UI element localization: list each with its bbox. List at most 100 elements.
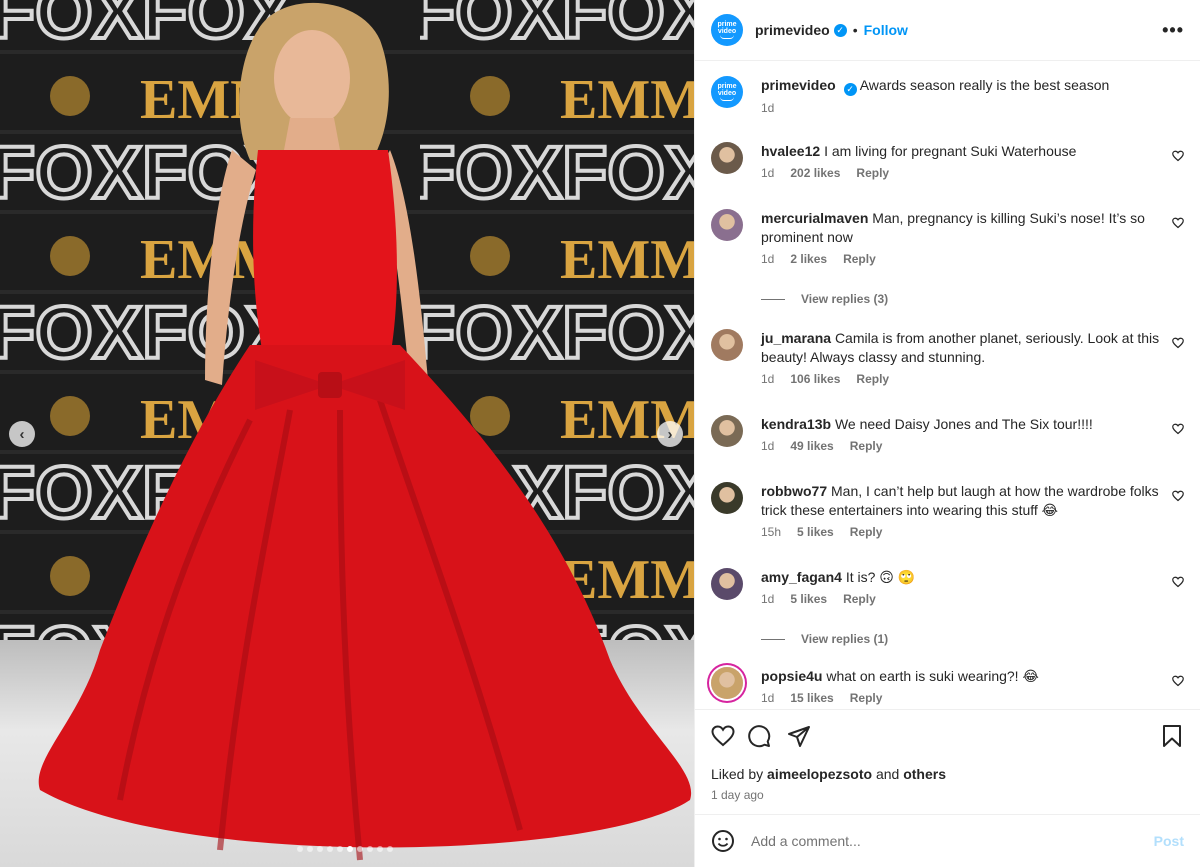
account-avatar[interactable]: prime video — [711, 14, 743, 46]
like-heart-icon[interactable] — [711, 724, 735, 748]
replies-divider-line — [761, 638, 785, 640]
account-username[interactable]: primevideo — [755, 22, 830, 38]
comment-likes[interactable]: 202 likes — [790, 166, 840, 180]
comment-username[interactable]: kendra13b — [761, 416, 831, 432]
commenter-avatar[interactable] — [711, 329, 743, 361]
replies-divider-line — [761, 298, 785, 300]
post-header: prime video primevideo ✓ • Follow ••• — [695, 0, 1200, 61]
comment-row: popsie4u what on earth is suki wearing?!… — [711, 667, 1184, 705]
reply-button[interactable]: Reply — [843, 252, 876, 266]
post-comment-button[interactable]: Post — [1154, 833, 1184, 849]
comment-row: mercurialmaven Man, pregnancy is killing… — [711, 209, 1184, 266]
reply-button[interactable]: Reply — [850, 525, 883, 539]
post-media[interactable]: FOXFOX EMMYS — [0, 0, 694, 867]
next-slide-button[interactable]: › — [657, 421, 683, 447]
comment-time: 1d — [761, 592, 775, 606]
comment-text: I am living for pregnant Suki Waterhouse — [824, 143, 1077, 159]
more-options-icon[interactable]: ••• — [1162, 20, 1184, 41]
comment-text: We need Daisy Jones and The Six tour!!!! — [834, 416, 1093, 432]
previous-slide-button[interactable]: ‹ — [9, 421, 35, 447]
carousel-dot — [307, 846, 313, 852]
carousel-dot — [367, 846, 373, 852]
carousel-dot — [297, 846, 303, 852]
liked-by-conj: and — [875, 766, 900, 782]
commenter-avatar[interactable] — [711, 482, 743, 514]
post-timestamp: 1 day ago — [711, 788, 764, 802]
comment-likes[interactable]: 15 likes — [790, 691, 833, 705]
carousel-dot — [337, 846, 343, 852]
comment-like-heart-icon[interactable] — [1172, 490, 1184, 502]
smile-logo-icon — [720, 35, 734, 39]
comment-row: hvalee12 I am living for pregnant Suki W… — [711, 142, 1184, 180]
caption-row: prime video primevideo ✓ Awards season r… — [711, 76, 1184, 115]
liked-by-prefix: Liked by — [711, 766, 764, 782]
liked-by-text: Liked by aimeelopezsoto and others — [711, 766, 946, 782]
liked-by-user[interactable]: aimeelopezsoto — [767, 766, 872, 782]
comment-username[interactable]: hvalee12 — [761, 143, 820, 159]
verified-badge-icon: ✓ — [833, 23, 847, 37]
comment-time: 1d — [761, 166, 775, 180]
comment-like-heart-icon[interactable] — [1172, 423, 1184, 435]
comments-list[interactable]: prime video primevideo ✓ Awards season r… — [695, 62, 1200, 709]
caption-username[interactable]: primevideo — [761, 77, 836, 93]
smile-logo-icon — [720, 97, 734, 101]
reply-button[interactable]: Reply — [856, 372, 889, 386]
reply-button[interactable]: Reply — [843, 592, 876, 606]
follow-button[interactable]: Follow — [864, 22, 908, 38]
comment-row: kendra13b We need Daisy Jones and The Si… — [711, 415, 1184, 453]
carousel-dot — [317, 846, 323, 852]
post-actions: Liked by aimeelopezsoto and others 1 day… — [695, 709, 1200, 814]
commenter-avatar[interactable] — [711, 415, 743, 447]
comment-like-heart-icon[interactable] — [1172, 675, 1184, 687]
caption-avatar[interactable]: prime video — [711, 76, 743, 108]
comment-username[interactable]: amy_fagan4 — [761, 569, 842, 585]
commenter-avatar[interactable] — [711, 568, 743, 600]
carousel-indicator — [297, 846, 393, 852]
commenter-avatar[interactable] — [711, 667, 743, 699]
caption-text: Awards season really is the best season — [859, 77, 1110, 93]
logo-text-line-1: prime — [717, 83, 737, 90]
comment-like-heart-icon[interactable] — [1172, 217, 1184, 229]
comment-username[interactable]: ju_marana — [761, 330, 831, 346]
comment-like-heart-icon[interactable] — [1172, 150, 1184, 162]
comment-likes[interactable]: 2 likes — [790, 252, 827, 266]
comment-text: what on earth is suki wearing?! 😂 — [826, 668, 1039, 684]
comment-username[interactable]: robbwo77 — [761, 483, 827, 499]
comment-likes[interactable]: 5 likes — [790, 592, 827, 606]
view-replies-button[interactable]: View replies (1) — [761, 632, 888, 646]
comment-username[interactable]: popsie4u — [761, 668, 822, 684]
caption-time: 1d — [761, 101, 775, 115]
save-bookmark-icon[interactable] — [1160, 724, 1184, 748]
view-replies-label: View replies (1) — [801, 632, 889, 646]
liked-by-others[interactable]: others — [903, 766, 946, 782]
commenter-avatar[interactable] — [711, 142, 743, 174]
comment-username[interactable]: mercurialmaven — [761, 210, 868, 226]
view-replies-button[interactable]: View replies (3) — [761, 292, 888, 306]
reply-button[interactable]: Reply — [850, 439, 883, 453]
comment-row: ju_marana Camila is from another planet,… — [711, 329, 1184, 386]
carousel-dot — [347, 846, 353, 852]
comment-likes[interactable]: 49 likes — [790, 439, 833, 453]
view-replies-label: View replies (3) — [801, 292, 889, 306]
comment-likes[interactable]: 5 likes — [797, 525, 834, 539]
logo-text-line-2: video — [717, 28, 737, 35]
comment-likes[interactable]: 106 likes — [790, 372, 840, 386]
comment-time: 1d — [761, 252, 775, 266]
carousel-dot — [377, 846, 383, 852]
comment-bubble-icon[interactable] — [747, 724, 771, 748]
share-send-icon[interactable] — [787, 724, 811, 748]
reply-button[interactable]: Reply — [856, 166, 889, 180]
reply-button[interactable]: Reply — [850, 691, 883, 705]
comment-like-heart-icon[interactable] — [1172, 337, 1184, 349]
comment-row: amy_fagan4 It is? 🙃 🙄 1d 5 likes Reply — [711, 568, 1184, 606]
carousel-dot — [357, 846, 363, 852]
comment-like-heart-icon[interactable] — [1172, 576, 1184, 588]
comment-time: 15h — [761, 525, 782, 539]
separator-dot: • — [852, 22, 858, 38]
commenter-avatar[interactable] — [711, 209, 743, 241]
comment-input[interactable] — [751, 833, 1154, 849]
logo-text-line-2: video — [717, 90, 737, 97]
add-comment-bar: Post — [695, 814, 1200, 867]
carousel-dot — [387, 846, 393, 852]
emoji-icon[interactable] — [711, 829, 735, 853]
